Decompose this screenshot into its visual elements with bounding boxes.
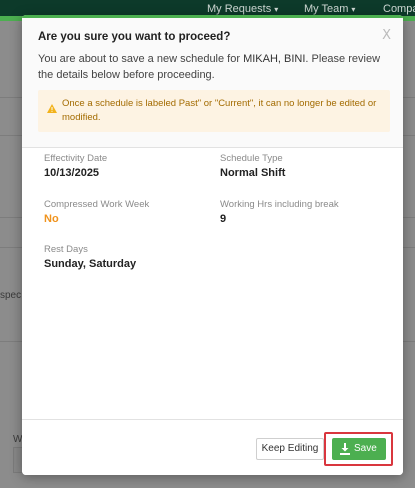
keep-editing-button[interactable]: Keep Editing	[256, 438, 324, 460]
working-hrs-value: 9	[220, 213, 227, 225]
warning-alert: Once a schedule is labeled Past" or "Cur…	[38, 90, 390, 132]
save-label: Save	[354, 443, 377, 454]
download-icon	[340, 443, 350, 455]
effectivity-date-label: Effectivity Date	[44, 153, 108, 164]
employee-name: MIKAH, BINI	[243, 53, 306, 65]
nav-label: My Requests	[207, 3, 272, 15]
dialog-header: Are you sure you want to proceed? X You …	[22, 18, 403, 148]
dialog-footer: Keep Editing Save	[22, 419, 403, 475]
working-hrs-label: Working Hrs including break	[220, 199, 339, 210]
nav-my-requests[interactable]: My Requests ▾	[207, 3, 278, 15]
rest-days-label: Rest Days	[44, 244, 88, 255]
save-button[interactable]: Save	[332, 438, 386, 460]
dialog-description: You are about to save a new schedule for…	[38, 51, 388, 83]
schedule-type-label: Schedule Type	[220, 153, 283, 164]
close-icon[interactable]: X	[382, 28, 391, 43]
top-navbar: My Requests ▾ My Team ▾ Compa	[0, 0, 415, 16]
compressed-work-week-value: No	[44, 213, 59, 225]
nav-label: Compa	[383, 3, 415, 15]
description-text: You are about to save a new schedule for	[38, 53, 244, 65]
background-text: spec	[0, 290, 22, 301]
effectivity-date-value: 10/13/2025	[44, 167, 100, 179]
warning-icon	[47, 104, 57, 113]
dialog-title: Are you sure you want to proceed?	[38, 31, 231, 43]
warning-text: Once a schedule is labeled Past" or "Cur…	[62, 98, 377, 123]
compressed-work-week-label: Compressed Work Week	[44, 199, 150, 210]
rest-days-value: Sunday, Saturday	[44, 258, 137, 270]
nav-label: My Team	[304, 3, 349, 15]
chevron-down-icon: ▾	[274, 5, 279, 14]
schedule-type-value: Normal Shift	[220, 167, 286, 179]
chevron-down-icon: ▾	[351, 5, 356, 14]
confirm-dialog: Are you sure you want to proceed? X You …	[22, 15, 403, 475]
nav-my-team[interactable]: My Team ▾	[304, 3, 355, 15]
nav-company[interactable]: Compa	[383, 3, 415, 15]
